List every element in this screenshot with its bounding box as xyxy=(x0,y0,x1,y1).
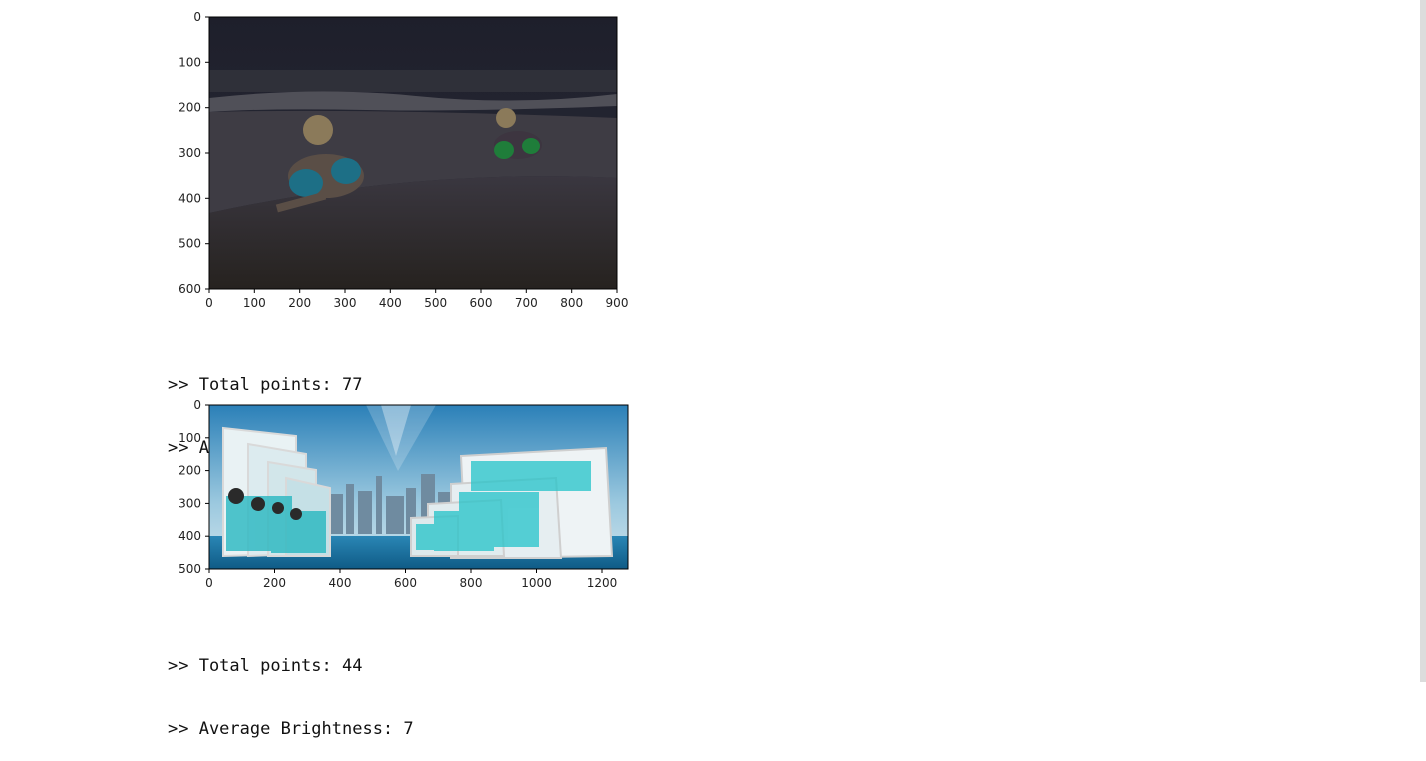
skyline-frames-collage-photo xyxy=(209,405,628,569)
scrollbar-thumb[interactable] xyxy=(1420,0,1426,682)
y-tick-label: 100 xyxy=(178,55,201,69)
y-tick-label: 300 xyxy=(178,496,201,510)
vertical-scrollbar[interactable] xyxy=(1420,0,1426,682)
image-plot-2: 0 100 200 300 400 500 0 200 400 600 800 … xyxy=(178,398,629,590)
x-axis-1: 0 100 200 300 400 500 600 700 800 900 xyxy=(205,289,628,310)
y-tick-label: 500 xyxy=(178,237,201,251)
y-axis-1: 0 100 200 300 400 500 600 xyxy=(178,10,209,296)
x-tick-label: 900 xyxy=(606,296,629,310)
image-plot-1: 0 100 200 300 400 500 600 0 100 200 300 … xyxy=(178,10,628,310)
average-brightness-line: >> Average Brightness: 7 xyxy=(168,719,414,739)
y-tick-label: 0 xyxy=(193,398,201,412)
x-tick-label: 400 xyxy=(329,576,352,590)
output-plot-2: 0 100 200 300 400 500 0 200 400 600 800 … xyxy=(166,396,646,592)
x-tick-label: 200 xyxy=(288,296,311,310)
beach-children-photo xyxy=(209,17,617,289)
x-tick-label: 600 xyxy=(394,576,417,590)
y-tick-label: 600 xyxy=(178,282,201,296)
y-tick-label: 100 xyxy=(178,431,201,445)
y-tick-label: 0 xyxy=(193,10,201,24)
y-tick-label: 200 xyxy=(178,464,201,478)
x-tick-label: 300 xyxy=(334,296,357,310)
y-tick-label: 300 xyxy=(178,146,201,160)
x-tick-label: 1200 xyxy=(587,576,618,590)
x-tick-label: 100 xyxy=(243,296,266,310)
y-axis-2: 0 100 200 300 400 500 xyxy=(178,398,209,576)
x-tick-label: 0 xyxy=(205,576,213,590)
total-points-line: >> Total points: 44 xyxy=(168,656,363,676)
x-tick-label: 800 xyxy=(560,296,583,310)
x-tick-label: 0 xyxy=(205,296,213,310)
y-tick-label: 400 xyxy=(178,529,201,543)
y-tick-label: 400 xyxy=(178,191,201,205)
x-tick-label: 700 xyxy=(515,296,538,310)
total-points-line: >> Total points: 77 xyxy=(168,375,363,395)
x-axis-2: 0 200 400 600 800 1000 1200 xyxy=(205,569,617,590)
x-tick-label: 1000 xyxy=(521,576,552,590)
x-tick-label: 500 xyxy=(424,296,447,310)
y-tick-label: 500 xyxy=(178,562,201,576)
x-tick-label: 200 xyxy=(263,576,286,590)
y-tick-label: 200 xyxy=(178,101,201,115)
x-tick-label: 800 xyxy=(460,576,483,590)
x-tick-label: 600 xyxy=(470,296,493,310)
output-plot-1: 0 100 200 300 400 500 600 0 100 200 300 … xyxy=(166,8,646,313)
x-tick-label: 400 xyxy=(379,296,402,310)
cell-output-text-2: >> Total points: 44 >> Average Brightnes… xyxy=(168,614,414,761)
